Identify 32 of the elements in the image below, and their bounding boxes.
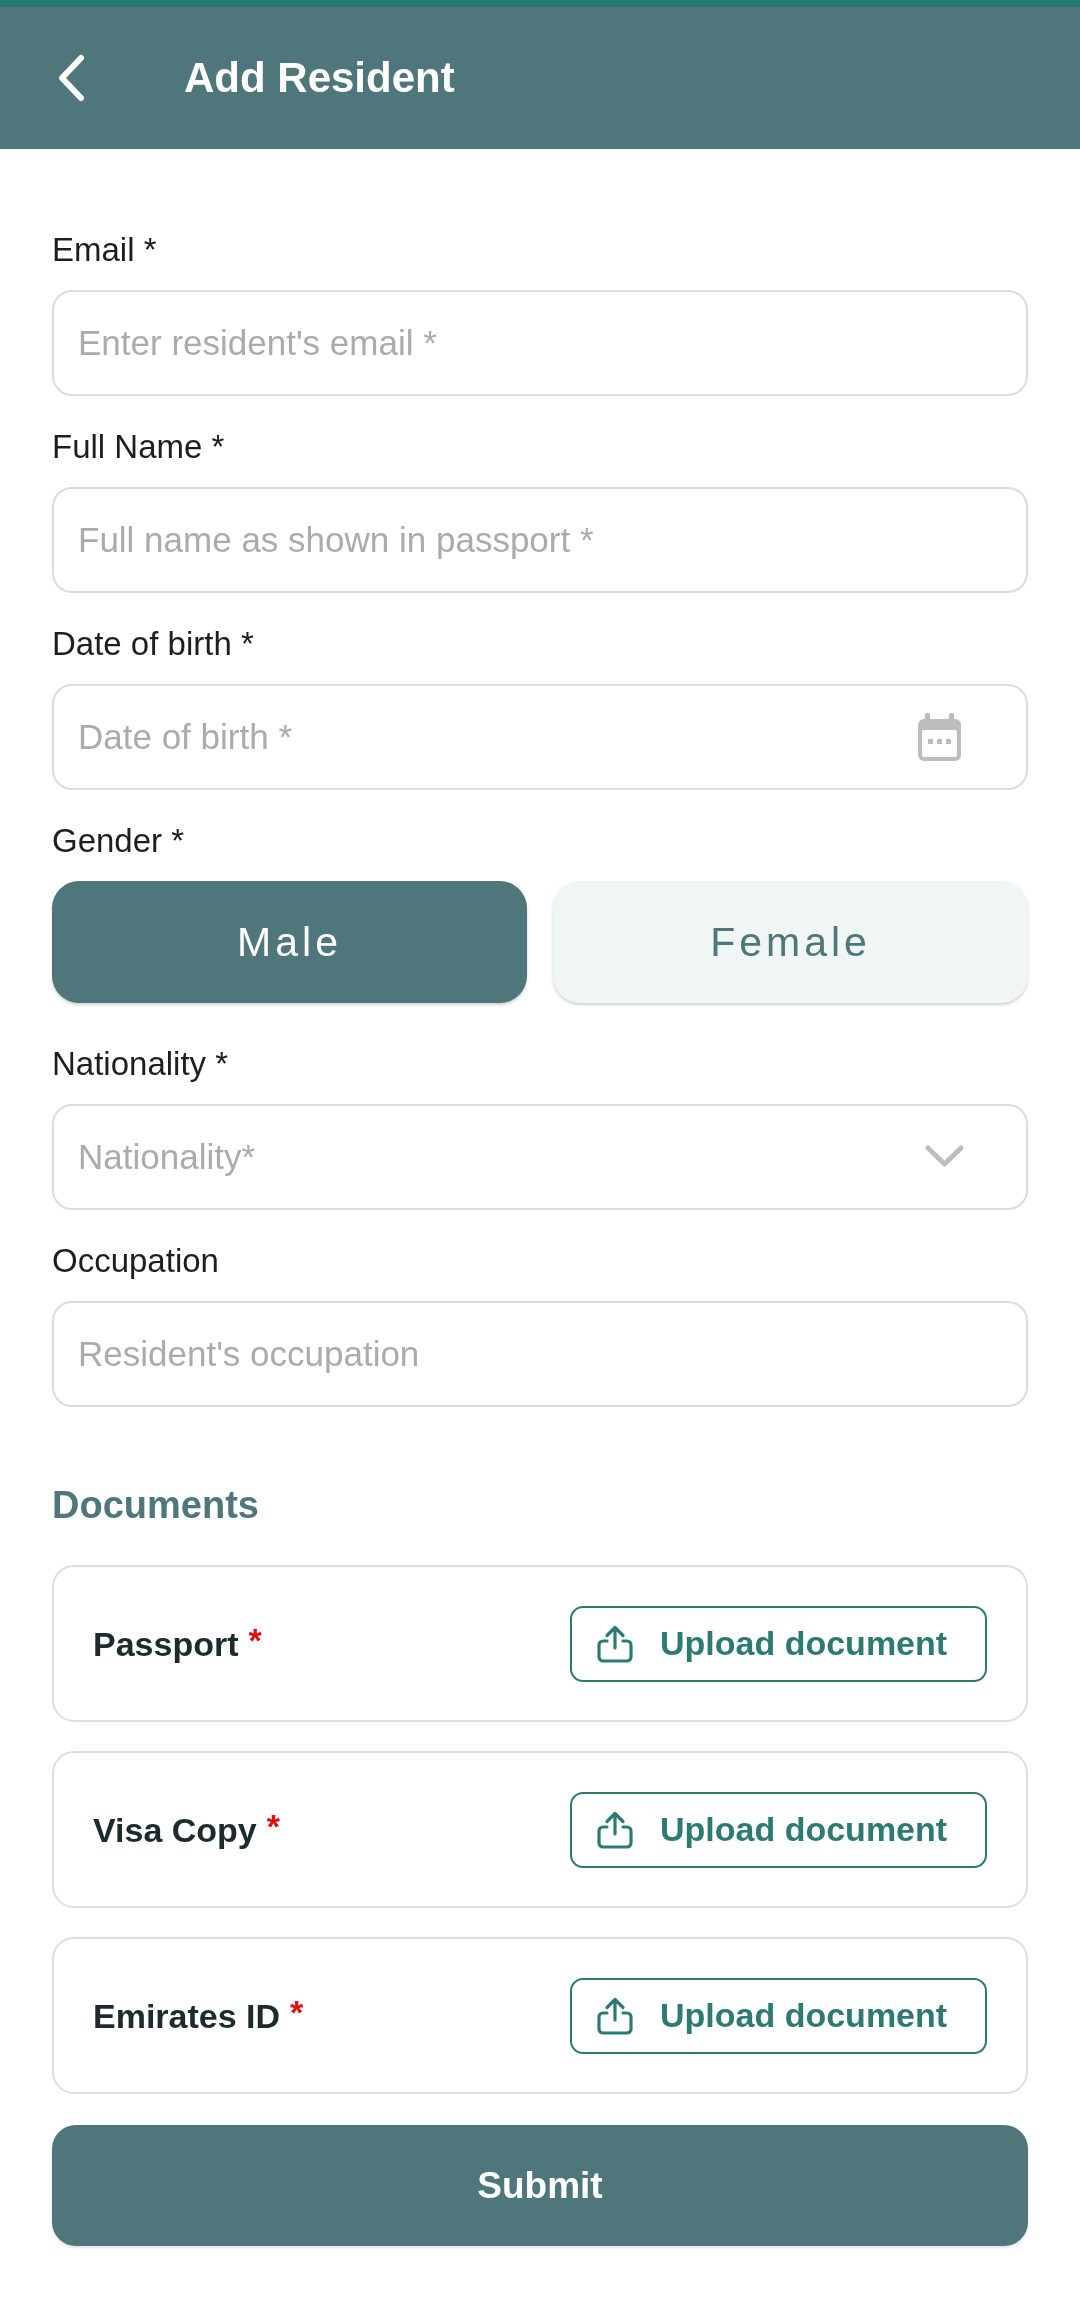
field-label: Nationality *	[52, 1044, 229, 1084]
field-label: Gender *	[52, 821, 185, 861]
submit-button[interactable]: Submit	[52, 2125, 1028, 2246]
dropdown-field[interactable]: Nationality*	[52, 1104, 1028, 1210]
input-field[interactable]: Resident's occupation	[52, 1301, 1028, 1407]
document-name: Passport	[93, 1623, 239, 1665]
required-asterisk: *	[248, 1622, 262, 1657]
chevron-down-icon	[925, 1145, 964, 1168]
gender-option[interactable]: Female	[553, 881, 1028, 1003]
upload-button[interactable]: Upload document	[570, 1977, 987, 2054]
document-name: Emirates ID	[93, 1995, 281, 2037]
document-name: Visa Copy	[93, 1809, 257, 1851]
input-field[interactable]: Full name as shown in passport *	[52, 487, 1028, 593]
field-label: Full Name *	[52, 427, 225, 467]
gender-option[interactable]: Male	[52, 881, 527, 1003]
upload-icon	[596, 1810, 634, 1849]
upload-icon	[596, 1996, 634, 2035]
field-label: Date of birth *	[52, 624, 254, 664]
field-label: Email *	[52, 230, 157, 270]
upload-button[interactable]: Upload document	[570, 1605, 987, 1682]
page-title: Add Resident	[184, 53, 455, 103]
required-asterisk: *	[266, 1808, 280, 1843]
required-asterisk: *	[290, 1994, 304, 2029]
back-icon	[56, 54, 87, 102]
upload-button[interactable]: Upload document	[570, 1791, 987, 1868]
back-button[interactable]	[56, 54, 87, 102]
date-field[interactable]: Date of birth *	[52, 684, 1028, 790]
section-heading: Documents	[52, 1483, 259, 1528]
input-field[interactable]: Enter resident's email *	[52, 290, 1028, 396]
field-label: Occupation	[52, 1241, 219, 1281]
calendar-icon	[916, 712, 963, 763]
upload-icon	[596, 1624, 634, 1663]
